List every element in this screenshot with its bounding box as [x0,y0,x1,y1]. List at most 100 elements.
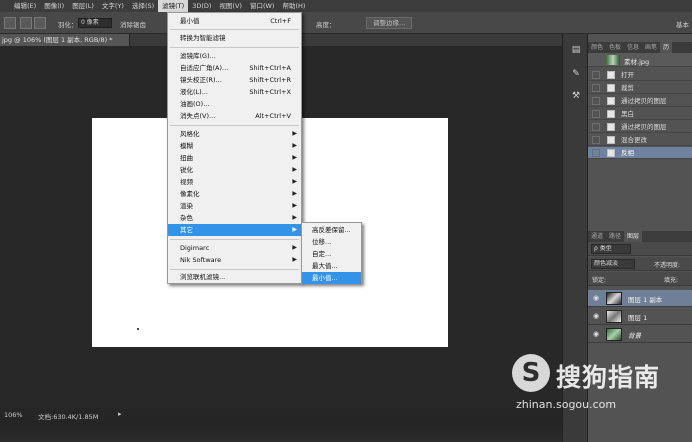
menu-filter[interactable]: 滤镜(T) [158,0,189,12]
menu-separator [170,29,299,30]
layer-name[interactable]: 图层 1 副本 [628,294,662,304]
new-selection-icon[interactable] [20,17,32,29]
history-brush-checkbox[interactable] [592,123,600,131]
brush-panel-icon[interactable]: ✎ [570,68,582,80]
zoom-level[interactable]: 106% [4,411,23,419]
tab-brush[interactable]: 画笔 [642,42,660,53]
menu-item-noise[interactable]: 杂色 ▶ [168,212,301,224]
tool-presets-icon[interactable]: ⚒ [570,90,582,102]
history-snapshot[interactable]: 素材.jpg [588,53,692,67]
submenu-item-high-pass[interactable]: 高反差保留... [302,224,361,236]
layer-name[interactable]: 图层 1 [628,312,647,322]
history-brush-checkbox[interactable] [592,84,600,92]
layers-blend-row: 颜色减淡 不透明度: [588,257,692,271]
visibility-eye-icon[interactable]: ◉ [593,312,599,320]
menu-item-blur[interactable]: 模糊 ▶ [168,140,301,152]
history-brush-checkbox[interactable] [592,149,600,157]
history-state[interactable]: 黑白 [588,108,692,120]
menu-item-digimarc[interactable]: Digimarc ▶ [168,242,301,254]
history-state-label: 通过拷贝的图层 [621,123,667,131]
menu-item-other[interactable]: 其它 ▶ [168,224,301,236]
lens-correction-shortcut: Shift+Ctrl+R [249,76,291,84]
tab-channels[interactable]: 通道 [588,231,606,242]
history-state[interactable]: 裁剪 [588,82,692,94]
tab-paths[interactable]: 路径 [606,231,624,242]
submenu-item-custom[interactable]: 自定... [302,248,361,260]
history-brush-checkbox[interactable] [592,136,600,144]
history-state[interactable]: 通过拷贝的图层 [588,95,692,107]
submenu-arrow-icon: ▶ [292,256,297,263]
menu-3d[interactable]: 3D(D) [188,0,215,12]
menu-type[interactable]: 文字(Y) [98,0,128,12]
menu-item-render[interactable]: 渲染 ▶ [168,200,301,212]
stylize-label: 风格化 [180,130,200,138]
submenu-arrow-icon: ▶ [292,190,297,197]
menu-edit[interactable]: 编辑(E) [10,0,40,12]
add-selection-icon[interactable] [34,17,46,29]
menu-item-last-filter[interactable]: 最小值 Ctrl+F [168,15,301,27]
menu-item-distort[interactable]: 扭曲 ▶ [168,152,301,164]
layer-row[interactable]: ◉ 背景 [588,326,692,343]
menu-item-nik-software[interactable]: Nik Software ▶ [168,254,301,266]
menu-window[interactable]: 窗口(W) [246,0,279,12]
menu-item-liquify[interactable]: 液化(L)... Shift+Ctrl+X [168,86,301,98]
menu-help[interactable]: 帮助(H) [278,0,309,12]
digimarc-label: Digimarc [180,244,210,252]
vanishing-point-shortcut: Alt+Ctrl+V [255,112,291,120]
workspace-switcher[interactable]: 基本 [676,19,689,29]
blend-mode-select[interactable]: 颜色减淡 [591,259,635,269]
history-state[interactable]: 通过拷贝的图层 [588,121,692,133]
menu-layer[interactable]: 图层(L) [68,0,98,12]
submenu-item-minimum[interactable]: 最小值... [302,272,361,284]
menu-item-convert-smart[interactable]: 转换为智能滤镜 [168,32,301,44]
visibility-eye-icon[interactable]: ◉ [593,294,599,302]
tab-history[interactable]: 历 [660,42,673,53]
sogou-logo-letter: S [521,358,541,388]
submenu-arrow-icon: ▶ [292,226,297,233]
history-brush-checkbox[interactable] [592,71,600,79]
history-brush-checkbox[interactable] [592,97,600,105]
lens-correction-label: 镜头校正(R)... [180,76,222,84]
layer-row[interactable]: ◉ 图层 1 [588,308,692,325]
opacity-label: 不透明度: [654,262,681,269]
menu-item-video[interactable]: 视频 ▶ [168,176,301,188]
submenu-item-maximum[interactable]: 最大值... [302,260,361,272]
menu-item-browse-online[interactable]: 浏览联机滤镜... [168,271,301,283]
menu-view[interactable]: 视图(V) [215,0,246,12]
menu-item-sharpen[interactable]: 锐化 ▶ [168,164,301,176]
history-brush-checkbox[interactable] [592,110,600,118]
menu-image[interactable]: 图像(I) [40,0,68,12]
noise-label: 杂色 [180,214,193,222]
tab-swatches[interactable]: 色板 [606,42,624,53]
marquee-tool-icon[interactable] [4,17,16,29]
menu-item-stylize[interactable]: 风格化 ▶ [168,128,301,140]
menu-item-adaptive-wide[interactable]: 自适应广角(A)... Shift+Ctrl+A [168,62,301,74]
layer-name[interactable]: 背景 [628,330,641,340]
tab-layers[interactable]: 图层 [624,231,643,242]
menu-item-gallery[interactable]: 滤镜库(G)... [168,50,301,62]
history-state[interactable]: 混合更改 [588,134,692,146]
menu-item-pixelate[interactable]: 像素化 ▶ [168,188,301,200]
status-menu-arrow-icon[interactable]: ▸ [118,410,122,418]
document-tab[interactable]: jpg @ 106% (图层 1 副本, RGB/8) * [0,34,130,46]
layer-row-selected[interactable]: ◉ 图层 1 副本 [588,290,692,307]
history-panel-icon[interactable]: ▤ [570,44,582,56]
layer-kind-select[interactable]: ρ 类型 [591,244,631,254]
menu-separator [170,269,299,270]
refine-edge-button[interactable]: 调整边缘... [366,17,413,29]
feather-input[interactable]: 0 像素 [78,18,112,28]
submenu-item-offset[interactable]: 位移... [302,236,361,248]
menu-item-oil-paint[interactable]: 油画(O)... [168,98,301,110]
visibility-eye-icon[interactable]: ◉ [593,330,599,338]
menu-item-lens-correction[interactable]: 镜头校正(R)... Shift+Ctrl+R [168,74,301,86]
tab-color[interactable]: 颜色 [588,42,606,53]
tab-info[interactable]: 信息 [624,42,642,53]
vanishing-point-label: 消失点(V)... [180,112,216,120]
snapshot-thumbnail [606,55,620,65]
antialias-checkbox[interactable]: 消除锯齿 [120,19,146,29]
menu-separator [170,125,299,126]
menu-item-vanishing-point[interactable]: 消失点(V)... Alt+Ctrl+V [168,110,301,122]
menu-select[interactable]: 选择(S) [128,0,158,12]
history-state[interactable]: 打开 [588,69,692,81]
history-state-selected[interactable]: 反相 [588,147,692,159]
